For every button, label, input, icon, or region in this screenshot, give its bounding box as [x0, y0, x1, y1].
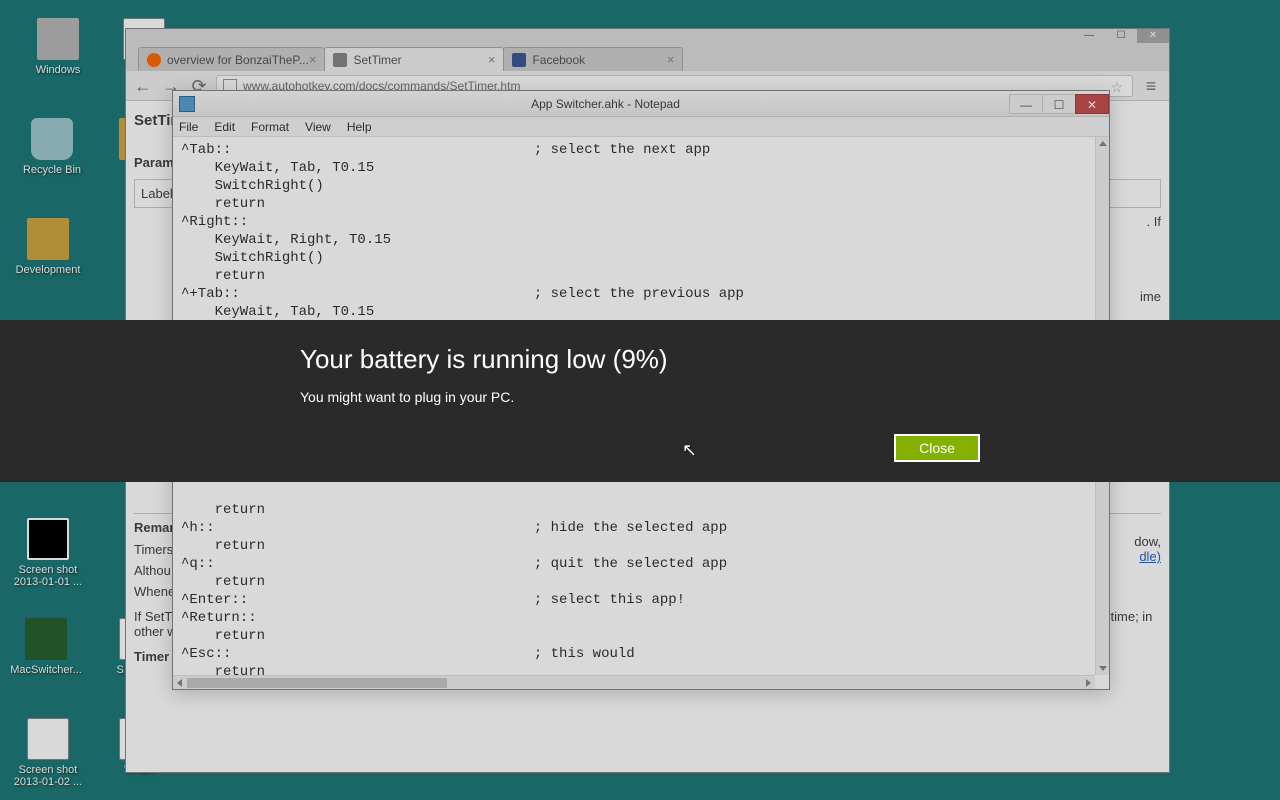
- close-button[interactable]: ✕: [1137, 29, 1169, 43]
- desktop-icon[interactable]: Screen shot 2013-01-01 ...: [8, 518, 88, 588]
- desktop-icon-label: Screen shot 2013-01-02 ...: [8, 764, 88, 788]
- notepad-menu: File Edit Format View Help: [173, 117, 1109, 137]
- chrome-menu-button[interactable]: ≡: [1139, 75, 1163, 97]
- desktop-icon-label: Recycle Bin: [12, 164, 92, 176]
- horizontal-scrollbar[interactable]: [173, 675, 1095, 689]
- desktop-icon[interactable]: Recycle Bin: [12, 118, 92, 176]
- tab-close-icon[interactable]: ×: [667, 52, 675, 67]
- menu-item-file[interactable]: File: [179, 120, 198, 134]
- desktop-icon[interactable]: Windows: [18, 18, 98, 76]
- favicon-icon: [512, 53, 526, 67]
- desktop-icon[interactable]: Screen shot 2013-01-02 ...: [8, 718, 88, 788]
- desktop-icon-label: Screen shot 2013-01-01 ...: [8, 564, 88, 588]
- green-icon: [25, 618, 67, 660]
- notepad-titlebar[interactable]: App Switcher.ahk - Notepad — ☐ ✕: [173, 91, 1109, 117]
- folder-icon: [27, 218, 69, 260]
- tab-close-icon[interactable]: ×: [309, 52, 317, 67]
- menu-item-edit[interactable]: Edit: [214, 120, 235, 134]
- tab-strip: overview for BonzaiTheP...×SetTimer×Face…: [126, 43, 1169, 71]
- desktop-icon[interactable]: MacSwitcher...: [6, 618, 86, 676]
- maximize-button[interactable]: ☐: [1105, 29, 1137, 43]
- desktop-icon-label: Development: [8, 264, 88, 276]
- back-button[interactable]: ←: [132, 75, 154, 97]
- scrollbar-thumb[interactable]: [187, 678, 447, 688]
- np-close-button[interactable]: ✕: [1075, 94, 1109, 114]
- chrome-titlebar[interactable]: — ☐ ✕: [126, 29, 1169, 43]
- minimize-button[interactable]: —: [1073, 29, 1105, 43]
- tab-label: overview for BonzaiTheP...: [167, 53, 309, 67]
- bin-icon: [31, 118, 73, 160]
- browser-tab[interactable]: Facebook ×: [503, 47, 683, 71]
- tab-close-icon[interactable]: ×: [488, 52, 496, 67]
- menu-item-help[interactable]: Help: [347, 120, 372, 134]
- desktop-icon-label: MacSwitcher...: [6, 664, 86, 676]
- favicon-icon: [147, 53, 161, 67]
- tab-label: SetTimer: [353, 53, 401, 67]
- menu-item-view[interactable]: View: [305, 120, 331, 134]
- notepad-title: App Switcher.ahk - Notepad: [201, 97, 1010, 111]
- browser-tab[interactable]: overview for BonzaiTheP...×: [138, 47, 325, 71]
- bookmark-star-icon[interactable]: ☆: [1110, 79, 1123, 96]
- black-icon: [27, 518, 69, 560]
- battery-notification: Your battery is running low (9%) You mig…: [0, 320, 1280, 482]
- label-row: Label: [141, 186, 173, 201]
- desktop-icon-label: Windows: [18, 64, 98, 76]
- notification-message: You might want to plug in your PC.: [300, 389, 980, 405]
- tab-label: Facebook: [532, 53, 585, 67]
- cursor-icon: ↖: [682, 440, 697, 461]
- np-minimize-button[interactable]: —: [1009, 94, 1043, 114]
- notepad-icon: [179, 96, 195, 112]
- browser-tab[interactable]: SetTimer ×: [324, 47, 504, 71]
- file-icon: [27, 718, 69, 760]
- menu-item-format[interactable]: Format: [251, 120, 289, 134]
- notification-close-button[interactable]: Close: [894, 434, 980, 462]
- np-maximize-button[interactable]: ☐: [1042, 94, 1076, 114]
- desktop-icon[interactable]: Development: [8, 218, 88, 276]
- favicon-icon: [333, 53, 347, 67]
- notification-title: Your battery is running low (9%): [300, 344, 980, 375]
- drive-icon: [37, 18, 79, 60]
